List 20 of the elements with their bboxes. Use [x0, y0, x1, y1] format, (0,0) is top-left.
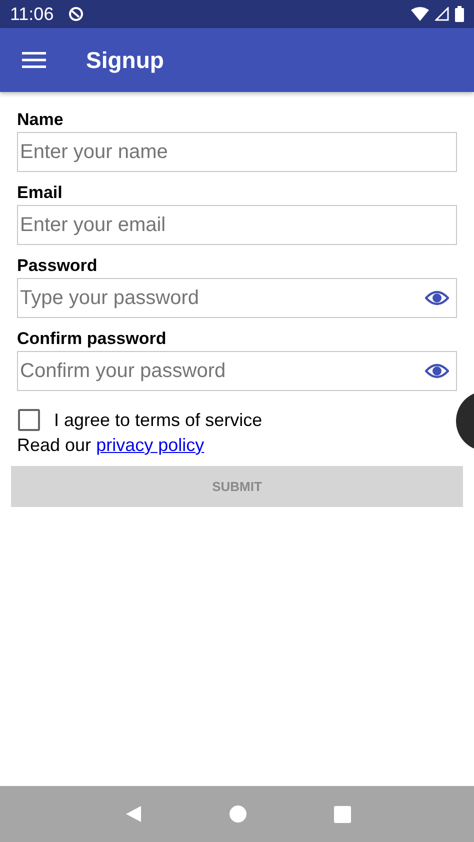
eye-icon[interactable] [425, 363, 449, 379]
field-label: Password [17, 256, 98, 276]
terms-label: I agree to terms of service [54, 410, 262, 430]
privacy-link[interactable]: privacy policy [96, 435, 204, 455]
app-title: Signup [86, 46, 164, 74]
input-field[interactable]: Enter your name [17, 132, 457, 172]
privacy-text: Read our privacy policy [17, 435, 206, 456]
field-label: Confirm password [17, 329, 168, 349]
field-label: Name [17, 110, 64, 130]
signal-icon [435, 7, 449, 21]
wifi-icon [411, 7, 429, 21]
input-field[interactable]: Enter your email [17, 205, 457, 245]
battery-icon [455, 6, 464, 22]
field-label: Email [17, 183, 64, 203]
menu-icon[interactable] [22, 51, 46, 69]
eye-icon[interactable] [425, 290, 449, 306]
input-field[interactable]: Confirm your password [17, 351, 457, 391]
status-time: 11:06 [10, 4, 54, 24]
terms-checkbox[interactable] [18, 409, 40, 431]
input-field[interactable]: Type your password [17, 278, 457, 318]
